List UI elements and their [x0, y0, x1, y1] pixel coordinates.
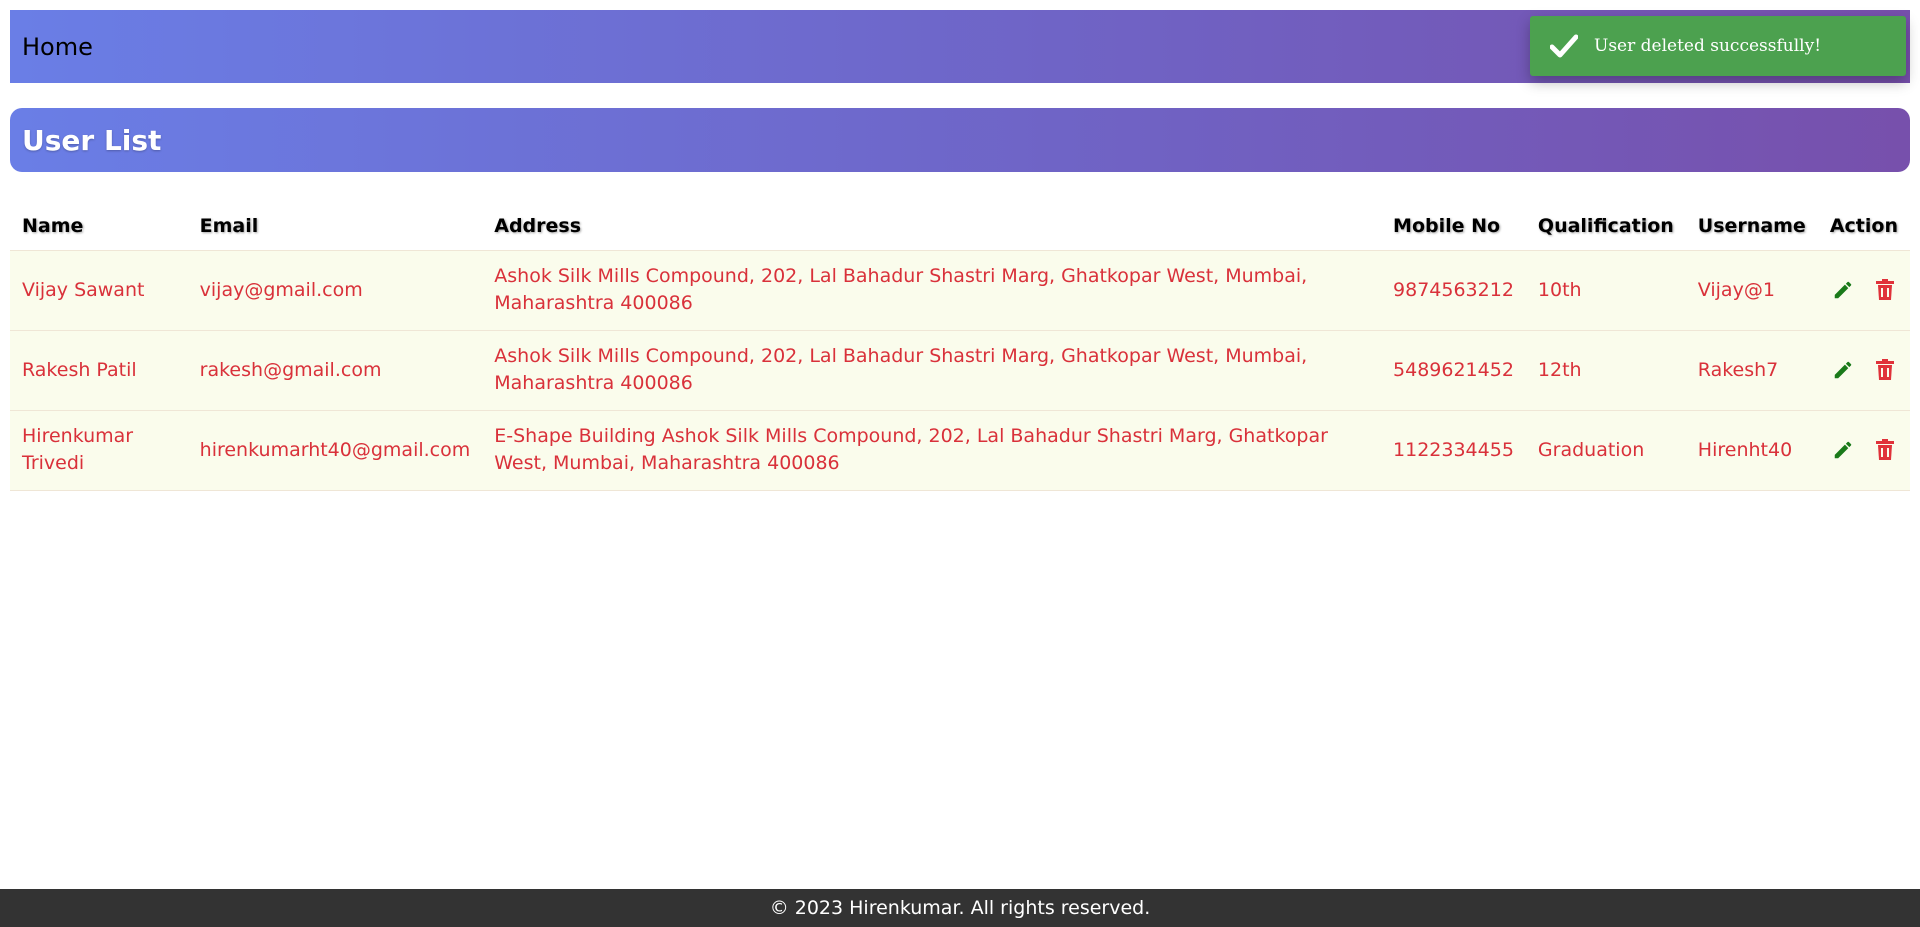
delete-button[interactable] — [1872, 437, 1898, 463]
user-table: Name Email Address Mobile No Qualificati… — [10, 202, 1910, 491]
edit-button[interactable] — [1830, 277, 1856, 303]
page-footer: © 2023 Hirenkumar. All rights reserved. — [0, 889, 1920, 927]
cell-username: Hirenht40 — [1685, 409, 1818, 491]
cell-address: E-Shape Building Ashok Silk Mills Compou… — [482, 409, 1382, 491]
cell-mobile: 9874563212 — [1381, 249, 1526, 331]
toast-message: User deleted successfully! — [1594, 36, 1822, 56]
pencil-icon — [1834, 281, 1852, 299]
edit-button[interactable] — [1830, 357, 1856, 383]
cell-email: rakesh@gmail.com — [187, 329, 483, 411]
success-toast[interactable]: User deleted successfully! — [1530, 16, 1906, 76]
header-username: Username — [1697, 214, 1806, 237]
header-mobile: Mobile No — [1393, 214, 1501, 237]
cell-qualification: 10th — [1525, 249, 1686, 331]
edit-button[interactable] — [1830, 437, 1856, 463]
cell-address: Ashok Silk Mills Compound, 202, Lal Baha… — [482, 329, 1382, 411]
table-row: Hirenkumar Trivedi hirenkumarht40@gmail.… — [10, 409, 1910, 491]
cell-mobile: 5489621452 — [1381, 329, 1526, 411]
cell-action — [1817, 249, 1910, 331]
cell-action — [1817, 329, 1910, 411]
table-header: Name Email Address Mobile No Qualificati… — [10, 202, 1910, 250]
header-email: Email — [199, 214, 259, 237]
table-row: Rakesh Patil rakesh@gmail.com Ashok Silk… — [10, 329, 1910, 411]
cell-username: Rakesh7 — [1685, 329, 1818, 411]
cell-name: Hirenkumar Trivedi — [10, 409, 188, 491]
cell-action — [1817, 409, 1910, 491]
header-name: Name — [22, 214, 84, 237]
page-title: User List — [22, 123, 162, 157]
footer-text: © 2023 Hirenkumar. All rights reserved. — [769, 897, 1151, 919]
delete-button[interactable] — [1872, 357, 1898, 383]
table-row: Vijay Sawant vijay@gmail.com Ashok Silk … — [10, 249, 1910, 331]
cell-mobile: 1122334455 — [1381, 409, 1526, 491]
header-address: Address — [494, 214, 582, 237]
trash-icon — [1875, 359, 1894, 380]
cell-name: Vijay Sawant — [10, 249, 188, 331]
cell-qualification: 12th — [1525, 329, 1686, 411]
home-link[interactable]: Home — [22, 33, 93, 61]
cell-email: hirenkumarht40@gmail.com — [187, 409, 483, 491]
cell-email: vijay@gmail.com — [187, 249, 483, 331]
cell-address: Ashok Silk Mills Compound, 202, Lal Baha… — [482, 249, 1382, 331]
table-body: Vijay Sawant vijay@gmail.com Ashok Silk … — [10, 249, 1910, 491]
pencil-icon — [1834, 361, 1852, 379]
trash-icon — [1875, 439, 1894, 460]
cell-name: Rakesh Patil — [10, 329, 188, 411]
header-row: Name Email Address Mobile No Qualificati… — [10, 202, 1910, 250]
delete-button[interactable] — [1872, 277, 1898, 303]
pencil-icon — [1834, 441, 1852, 459]
header-qualification: Qualification — [1537, 214, 1674, 237]
header-action: Action — [1829, 214, 1898, 237]
trash-icon — [1875, 279, 1894, 300]
cell-qualification: Graduation — [1525, 409, 1686, 491]
page-title-bar: User List — [10, 108, 1910, 172]
check-icon — [1548, 30, 1580, 62]
cell-username: Vijay@1 — [1685, 249, 1818, 331]
